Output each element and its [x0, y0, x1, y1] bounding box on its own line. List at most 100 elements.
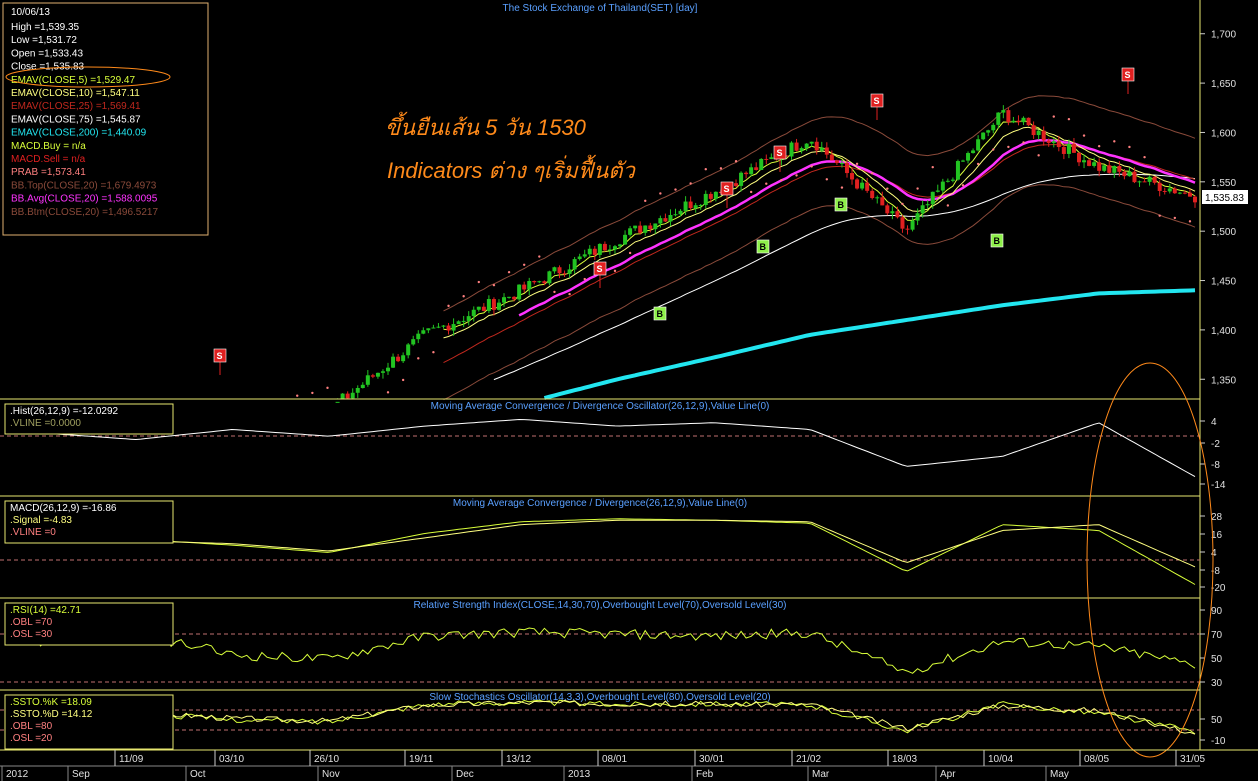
- prab-dot: [901, 202, 904, 206]
- candle-body: [1107, 165, 1112, 173]
- candle-body: [1152, 176, 1157, 183]
- candle-body: [1097, 162, 1102, 171]
- candle-body: [375, 372, 380, 377]
- panel-axis-label: -20: [1211, 583, 1226, 594]
- month-label: May: [1050, 769, 1069, 780]
- prab-dot: [432, 351, 435, 354]
- panel-title: Moving Average Convergence / Divergence(…: [453, 498, 747, 509]
- prab-dot: [1052, 115, 1055, 118]
- candle-body: [365, 375, 370, 385]
- candle-body: [1157, 182, 1162, 191]
- prab-dot: [1082, 134, 1086, 137]
- candle-body: [507, 296, 512, 298]
- candle-body: [1026, 117, 1031, 126]
- prab-dot: [961, 184, 965, 187]
- candle-body: [471, 309, 476, 317]
- prab-dot: [719, 167, 723, 170]
- candle-body: [925, 204, 930, 206]
- prab-dot: [1067, 117, 1071, 121]
- indicator-panel-4: 50-10Slow Stochastics Oscillator(14,3,3)…: [0, 689, 1226, 750]
- prab-dot: [1113, 140, 1116, 143]
- panel-legend-entry: .Signal =-4.83: [10, 515, 72, 526]
- prab-dot: [296, 394, 299, 397]
- candle-body: [749, 167, 754, 175]
- candle-body: [713, 191, 718, 199]
- prab-dot: [447, 304, 450, 308]
- candle-body: [481, 306, 486, 311]
- month-label: Dec: [456, 769, 474, 780]
- date-tick-label: 26/10: [314, 754, 339, 765]
- prab-dot: [583, 277, 586, 281]
- candle-body: [1102, 165, 1107, 171]
- prab-dot: [871, 172, 874, 175]
- candle-body: [1066, 143, 1071, 154]
- candle-body: [567, 269, 572, 274]
- candle-body: [764, 158, 769, 160]
- prab-dot: [477, 280, 480, 284]
- month-label: Sep: [72, 769, 90, 780]
- candle-body: [920, 205, 925, 214]
- panel-legend-entry: .SSTO.%K =18.09: [10, 697, 92, 708]
- candle-body: [335, 401, 340, 403]
- prab-dot: [659, 192, 662, 195]
- candle-body: [1122, 171, 1127, 177]
- info-date: 10/06/13: [11, 7, 50, 18]
- candle-body: [945, 180, 950, 182]
- prab-dot: [840, 186, 844, 189]
- candle-body: [502, 297, 507, 303]
- panel-legend-entry: MACD(26,12,9) =-16.86: [10, 503, 117, 514]
- prab-dot: [628, 251, 632, 255]
- candle-body: [794, 142, 799, 151]
- prab-dot: [992, 148, 995, 151]
- candle-body: [1016, 120, 1021, 123]
- candle-body: [683, 201, 688, 211]
- candle-body: [602, 243, 607, 251]
- stock-chart-canvas[interactable]: 1,700 1,650 1,600 1,550 1,500 1,450 1,400 1,350…: [0, 0, 1258, 781]
- candle-body: [587, 248, 592, 255]
- prab-dot: [1037, 154, 1040, 157]
- candle-body: [1082, 160, 1087, 163]
- indicator-series-line: [39, 518, 1196, 585]
- prab-dot: [326, 386, 329, 390]
- candle-body: [451, 324, 456, 331]
- info-row: PRAB =1,573.41: [11, 167, 86, 178]
- candle-body: [577, 256, 582, 260]
- candle-body: [406, 344, 411, 356]
- candle-body: [819, 147, 824, 151]
- candle-body: [446, 325, 451, 331]
- sell-signal-label: S: [217, 351, 223, 361]
- prab-dot: [401, 378, 405, 382]
- candle-body: [411, 339, 416, 345]
- buy-signal-label: B: [760, 242, 767, 252]
- candle-body: [890, 211, 895, 214]
- candle-body: [991, 124, 996, 131]
- prab-dot: [704, 168, 707, 171]
- candle-body: [865, 182, 870, 191]
- prab-dot: [976, 162, 980, 166]
- candle-body: [401, 355, 406, 362]
- prab-dot: [1128, 145, 1131, 149]
- price-axis-label: 1,650: [1211, 79, 1236, 90]
- info-row: BB.Btm(CLOSE,20) =1,496.5217: [11, 207, 158, 218]
- candle-body: [698, 205, 703, 207]
- prab-dot: [825, 178, 829, 181]
- candle-body: [496, 302, 501, 310]
- prab-dot: [931, 165, 934, 169]
- price-axis-label: 1,400: [1211, 326, 1236, 337]
- candle-body: [663, 218, 668, 222]
- candle-body: [582, 254, 587, 257]
- info-row: EMAV(CLOSE,25) =1,569.41: [11, 101, 141, 112]
- price-axis-label: 1,700: [1211, 30, 1236, 41]
- sell-signal-label: S: [1125, 70, 1131, 80]
- candle-body: [1167, 188, 1172, 192]
- date-tick-label: 08/05: [1084, 754, 1109, 765]
- date-tick-label: 03/10: [219, 754, 244, 765]
- candle-body: [532, 281, 537, 283]
- ema200-line: [543, 288, 1196, 400]
- date-tick-label: 18/03: [892, 754, 917, 765]
- prab-dot: [644, 199, 647, 203]
- candle-body: [688, 201, 693, 209]
- prab-dot: [613, 269, 617, 273]
- info-row: High =1,539.35: [11, 22, 80, 33]
- prab-dot: [810, 165, 813, 168]
